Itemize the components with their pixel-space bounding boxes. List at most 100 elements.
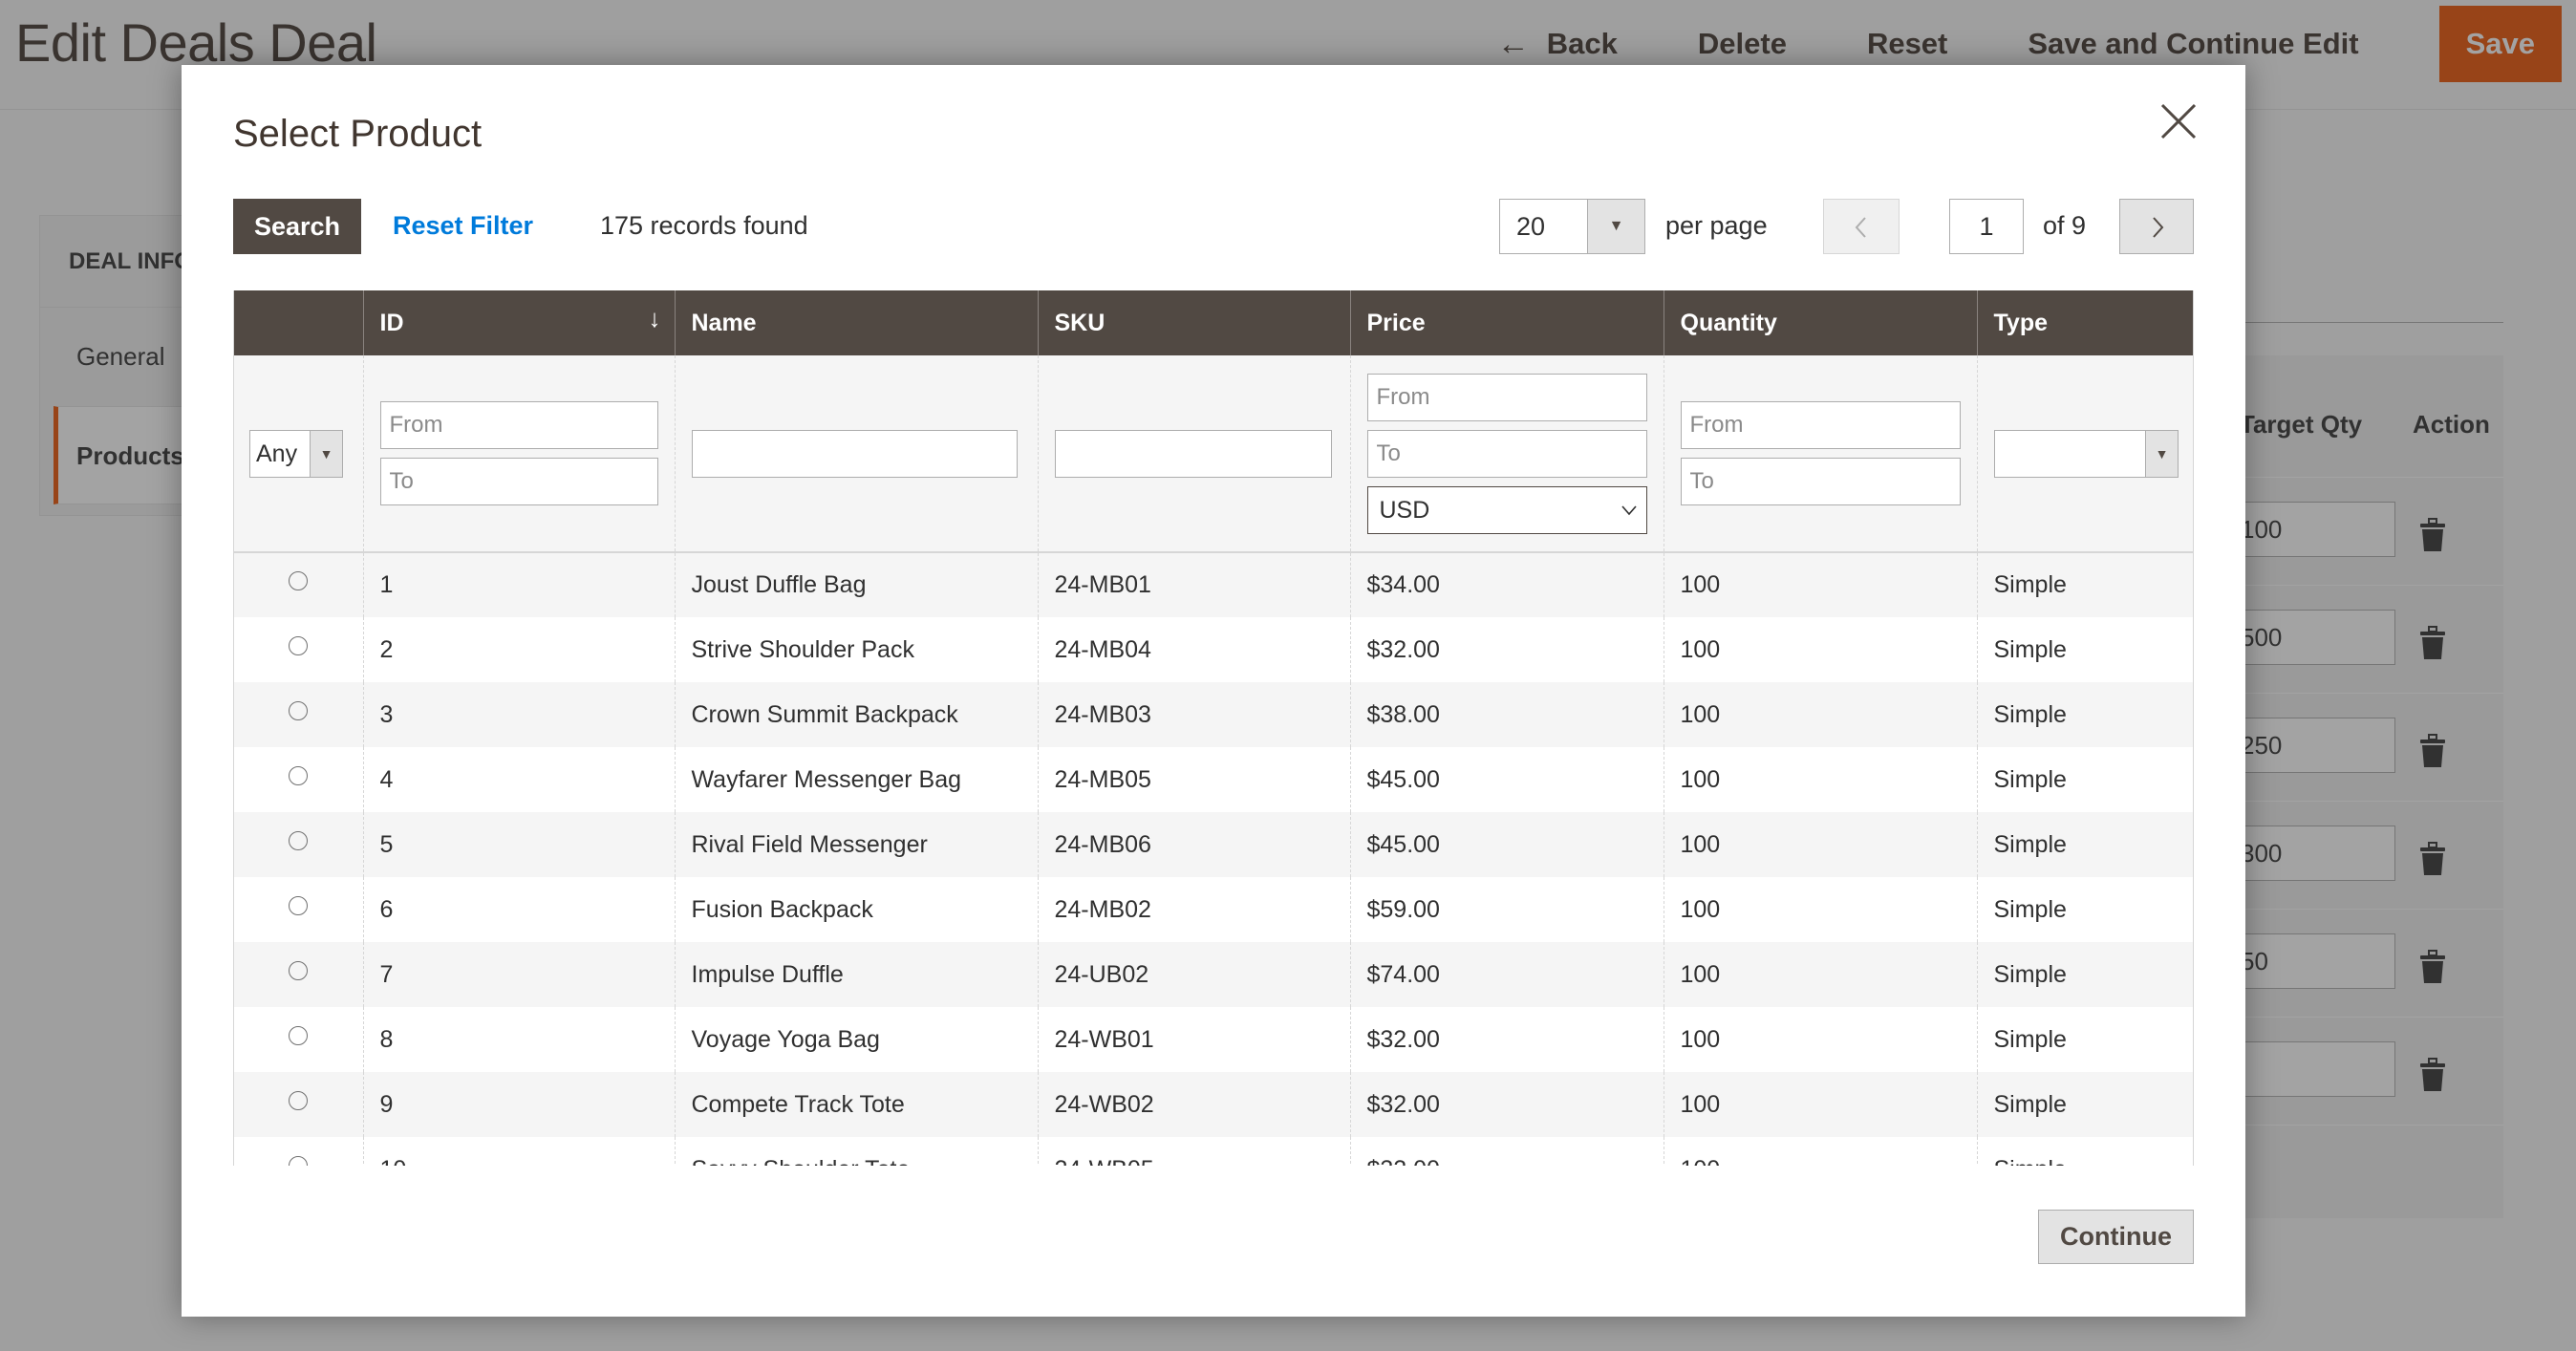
in-products-filter-value: Any <box>256 440 298 467</box>
sku-cell: 24-WB05 <box>1037 1137 1350 1166</box>
modal-title: Select Product <box>233 113 483 155</box>
quantity-from-input[interactable] <box>1680 401 1961 449</box>
table-row[interactable]: 4 Wayfarer Messenger Bag 24-MB05 $45.00 100 S… <box>234 747 2193 812</box>
next-page-button[interactable] <box>2119 199 2194 254</box>
select-radio[interactable] <box>289 635 309 655</box>
select-radio[interactable] <box>289 830 309 850</box>
search-button[interactable]: Search <box>233 199 361 254</box>
sku-cell: 24-MB05 <box>1037 747 1350 812</box>
price-cell: $38.00 <box>1349 682 1664 747</box>
id-cell: 3 <box>362 682 675 747</box>
select-cell <box>234 1137 363 1166</box>
total-pages: of 9 <box>2043 211 2087 240</box>
caret-down-icon: ▼ <box>2145 430 2178 477</box>
id-cell: 10 <box>362 1137 675 1166</box>
select-radio[interactable] <box>289 571 309 591</box>
select-radio[interactable] <box>289 1090 309 1110</box>
name-cell: Impulse Duffle <box>674 942 1038 1007</box>
column-header-quantity[interactable]: Quantity <box>1663 290 1977 355</box>
caret-down-icon: ▼ <box>310 430 342 477</box>
select-cell <box>234 1072 363 1137</box>
sku-filter-input[interactable] <box>1054 429 1332 478</box>
type-cell: Simple <box>1976 942 2193 1007</box>
chevron-left-icon <box>1855 217 1866 238</box>
sku-cell: 24-MB06 <box>1037 812 1350 877</box>
select-radio[interactable] <box>289 765 309 785</box>
name-cell: Compete Track Tote <box>674 1072 1038 1137</box>
select-cell <box>234 812 363 877</box>
id-from-input[interactable] <box>379 401 658 449</box>
select-cell <box>234 1007 363 1072</box>
table-row[interactable]: 7 Impulse Duffle 24-UB02 $74.00 100 Simple <box>234 942 2193 1007</box>
column-header-price[interactable]: Price <box>1349 290 1664 355</box>
quantity-cell: 100 <box>1663 682 1977 747</box>
name-cell: Strive Shoulder Pack <box>674 617 1038 682</box>
name-cell: Voyage Yoga Bag <box>674 1007 1038 1072</box>
reset-filter-link[interactable]: Reset Filter <box>393 211 533 241</box>
continue-button[interactable]: Continue <box>2038 1210 2194 1264</box>
price-cell: $59.00 <box>1349 877 1664 942</box>
previous-page-button[interactable] <box>1823 199 1900 254</box>
select-radio[interactable] <box>289 1155 309 1166</box>
product-grid: ID ↓ Name SKU Price Quantity Type Any ▼ <box>233 290 2194 1166</box>
page-number-input[interactable] <box>1949 199 2024 254</box>
per-page-value: 20 <box>1516 212 1546 241</box>
select-radio[interactable] <box>289 960 309 980</box>
price-cell: $32.00 <box>1349 1137 1664 1166</box>
table-row[interactable]: 10Savvy Shoulder Tote24-WB05$32.00100Sim… <box>234 1137 2193 1166</box>
table-row[interactable]: 6 Fusion Backpack 24-MB02 $59.00 100 Simple <box>234 877 2193 942</box>
currency-value: USD <box>1379 496 1430 524</box>
per-page-select[interactable]: 20 ▼ <box>1499 199 1645 254</box>
close-icon[interactable] <box>2155 97 2202 145</box>
grid-toolbar: Search Reset Filter 175 records found 20… <box>233 199 2194 254</box>
in-products-filter-select[interactable]: Any ▼ <box>249 429 343 478</box>
select-radio[interactable] <box>289 895 309 915</box>
quantity-cell: 100 <box>1663 1072 1977 1137</box>
price-cell: $32.00 <box>1349 1072 1664 1137</box>
name-cell: Wayfarer Messenger Bag <box>674 747 1038 812</box>
quantity-cell: 100 <box>1663 747 1977 812</box>
per-page-label: per page <box>1665 211 1768 240</box>
name-cell: Fusion Backpack <box>674 877 1038 942</box>
table-row[interactable]: 8 Voyage Yoga Bag 24-WB01 $32.00 100 Simple <box>234 1007 2193 1072</box>
sku-cell: 24-WB01 <box>1037 1007 1350 1072</box>
quantity-cell: 100 <box>1663 942 1977 1007</box>
table-row[interactable]: 9 Compete Track Tote 24-WB02 $32.00 100 Simpl… <box>234 1072 2193 1137</box>
quantity-cell: 100 <box>1663 1007 1977 1072</box>
name-cell: Crown Summit Backpack <box>674 682 1038 747</box>
name-filter-input[interactable] <box>691 429 1018 478</box>
table-row[interactable]: 1 Joust Duffle Bag 24-MB01 $34.00 100 Simple <box>234 552 2193 617</box>
column-header-sku[interactable]: SKU <box>1037 290 1350 355</box>
name-cell: Rival Field Messenger <box>674 812 1038 877</box>
table-row[interactable]: 3 Crown Summit Backpack 24-MB03 $38.00 100 Si… <box>234 682 2193 747</box>
id-cell: 1 <box>362 552 675 617</box>
table-row[interactable]: 2 Strive Shoulder Pack 24-MB04 $32.00 100 Sim… <box>234 617 2193 682</box>
type-cell: Simple <box>1976 1137 2193 1166</box>
type-cell: Simple <box>1976 552 2193 617</box>
type-cell: Simple <box>1976 617 2193 682</box>
select-cell <box>234 552 363 617</box>
currency-select[interactable]: USD <box>1366 485 1647 534</box>
quantity-cell: 100 <box>1663 1137 1977 1166</box>
price-cell: $32.00 <box>1349 617 1664 682</box>
price-from-input[interactable] <box>1366 373 1647 421</box>
id-cell: 5 <box>362 812 675 877</box>
table-row[interactable]: 5 Rival Field Messenger 24-MB06 $45.00 100 Si… <box>234 812 2193 877</box>
select-cell <box>234 617 363 682</box>
price-cell: $45.00 <box>1349 812 1664 877</box>
select-radio[interactable] <box>289 1025 309 1045</box>
select-radio[interactable] <box>289 700 309 720</box>
column-header-select <box>234 290 363 355</box>
id-to-input[interactable] <box>379 458 658 505</box>
filter-row: Any ▼ From To From To USD From To ▼ <box>234 355 2193 553</box>
price-to-input[interactable] <box>1366 429 1647 478</box>
column-header-id[interactable]: ID ↓ <box>362 290 675 355</box>
price-cell: $32.00 <box>1349 1007 1664 1072</box>
name-cell: Joust Duffle Bag <box>674 552 1038 617</box>
quantity-to-input[interactable] <box>1680 458 1961 505</box>
quantity-cell: 100 <box>1663 877 1977 942</box>
type-cell: Simple <box>1976 747 2193 812</box>
type-filter-select[interactable]: ▼ <box>1993 429 2179 478</box>
column-header-name[interactable]: Name <box>674 290 1038 355</box>
column-header-type[interactable]: Type <box>1976 290 2193 355</box>
